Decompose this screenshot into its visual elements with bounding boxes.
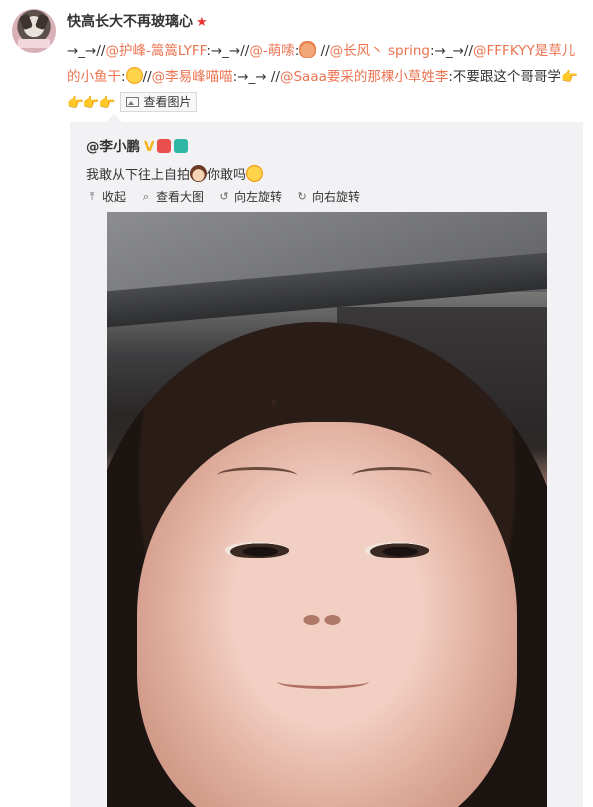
photo-brow — [352, 467, 432, 484]
repost-text-part: 你敢吗 — [207, 168, 247, 183]
verified-v-icon: V — [144, 139, 155, 155]
rotate-right-button[interactable]: ↻ 向右旋转 — [296, 188, 360, 205]
photo-mole — [271, 400, 276, 405]
camera-badge-icon — [174, 139, 189, 153]
mention-link[interactable]: @护峰-篙篙LYFF — [105, 43, 206, 59]
rotate-left-icon: ↺ — [219, 189, 229, 203]
member-badge-icon — [157, 139, 172, 153]
photo-eye — [365, 542, 429, 558]
mention-link[interactable]: @长风丶 spring — [330, 43, 430, 59]
post-author[interactable]: 快高长大不再玻璃心 ★ — [67, 11, 208, 31]
photo-eye — [225, 542, 289, 558]
laugh-emoji-icon — [125, 67, 143, 84]
repost-author[interactable]: @李小鹏 V — [86, 135, 189, 155]
cake-emoji-icon — [299, 41, 317, 58]
repost-author-name[interactable]: @李小鹏 — [86, 139, 140, 155]
post-text-part: : — [121, 69, 126, 85]
toolbar-label: 向右旋转 — [312, 190, 361, 204]
view-image-label: 查看图片 — [143, 95, 192, 109]
repost-caret — [106, 114, 122, 122]
post-author-name[interactable]: 快高长大不再玻璃心 — [67, 14, 193, 30]
search-button[interactable]: ⌕ 查看大图 — [140, 188, 204, 205]
picture-icon — [126, 97, 140, 107]
search-icon: ⌕ — [142, 189, 150, 203]
rotate-right-icon: ↻ — [297, 189, 307, 203]
repost-text-part: 我敢从下往上自拍 — [86, 168, 191, 183]
photo-mouth — [277, 674, 369, 689]
avatar-ear — [18, 13, 34, 31]
post-text: →_→//@护峰-篙篙LYFF:→_→//@-萌嗦: //@长风丶 spring… — [67, 38, 587, 116]
post-text-part: :→_→// — [206, 43, 250, 59]
rotate-left-button[interactable]: ↺ 向左旋转 — [218, 188, 282, 205]
photo-nose — [287, 592, 357, 632]
toolbar-label: 收起 — [102, 190, 127, 204]
mention-link[interactable]: @李易峰喵喵 — [152, 69, 233, 85]
view-image-button[interactable]: 查看图片 — [120, 92, 198, 112]
avatar-ear — [34, 13, 50, 31]
repost-photo[interactable] — [107, 212, 547, 807]
mention-link[interactable]: @-萌嗦 — [249, 43, 294, 59]
post-text-part: →_→// — [67, 43, 106, 59]
toolbar-label: 查看大图 — [156, 190, 205, 204]
post-text-part: // — [316, 43, 330, 59]
collapse-icon: ⤒ — [89, 189, 95, 203]
post-text-part: :→_→ // — [232, 69, 280, 85]
repost-text: 我敢从下往上自拍 你敢吗 — [86, 164, 264, 183]
collapse-button[interactable]: ⤒ 收起 — [86, 188, 126, 205]
repost-box: @李小鹏 V 我敢从下往上自拍 你敢吗 ⤒ 收起 ⌕ 查看大图 ↺ 向左旋转 ↻ 向右旋转 — [70, 114, 583, 807]
author-avatar[interactable] — [12, 9, 56, 53]
image-toolbar: ⤒ 收起 ⌕ 查看大图 ↺ 向左旋转 ↻ 向右旋转 — [86, 188, 374, 205]
member-star-icon: ★ — [196, 15, 208, 30]
toolbar-label: 向左旋转 — [234, 190, 283, 204]
girl-emoji-icon — [190, 165, 208, 182]
mention-link[interactable]: @Saaa要采的那棵小草姓李 — [280, 69, 448, 85]
avatar-tag — [18, 39, 50, 48]
wink-emoji-icon — [246, 165, 264, 182]
post-text-part: // — [142, 69, 152, 85]
photo-brow — [217, 467, 297, 484]
post-text-part: :不要跟这个哥哥学 — [448, 69, 561, 85]
post-text-part: :→_→// — [430, 43, 474, 59]
